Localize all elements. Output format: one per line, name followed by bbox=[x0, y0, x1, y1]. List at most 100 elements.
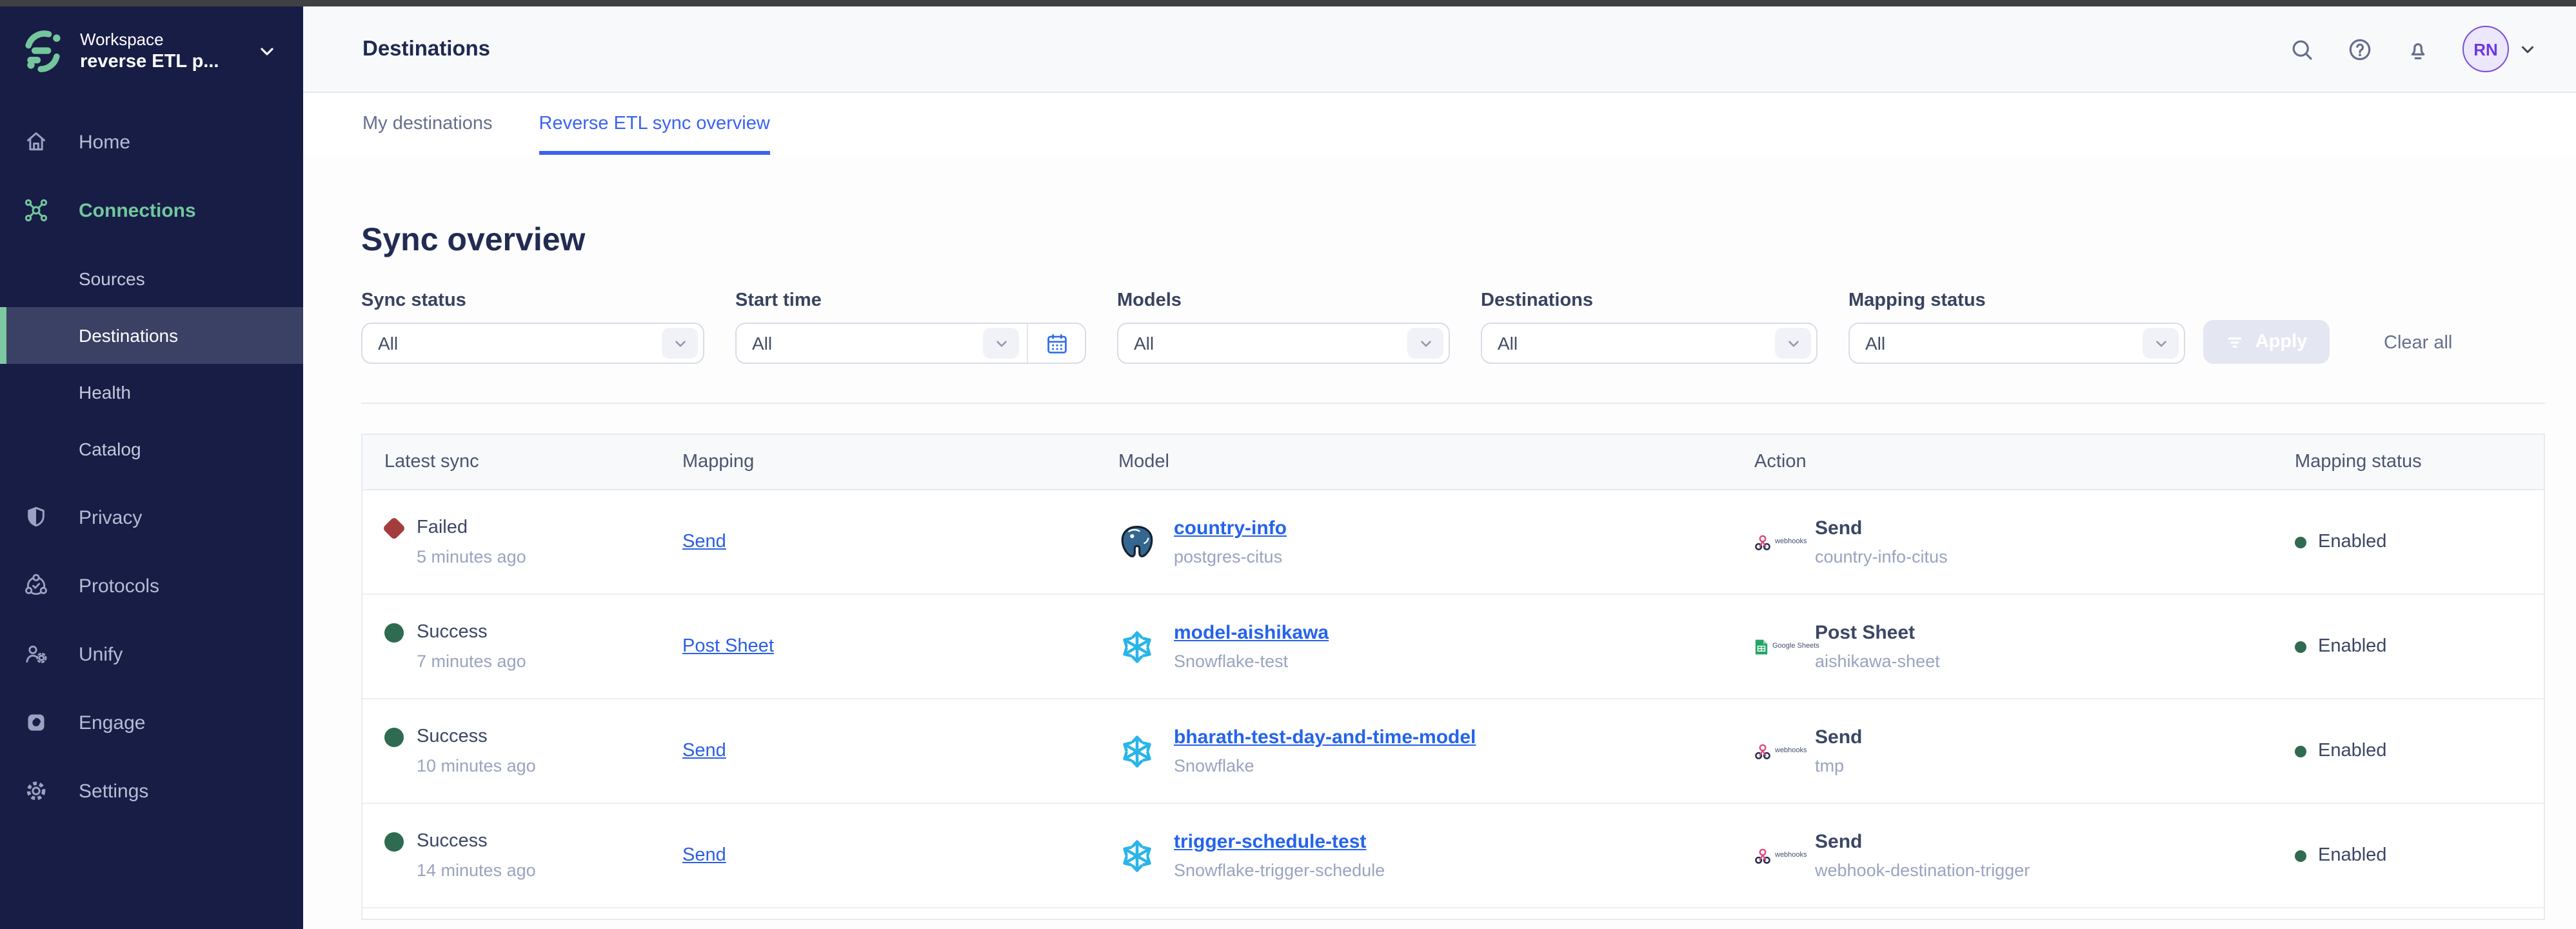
app-root: Workspace reverse ETL p... Home Connecti… bbox=[0, 0, 2576, 929]
postgresql-icon bbox=[1118, 523, 1156, 561]
model-cell: model-aishikawa Snowflake-test bbox=[1118, 622, 1754, 671]
calendar-icon bbox=[1044, 331, 1069, 355]
chevron-down-icon bbox=[2518, 39, 2537, 59]
mapping-link[interactable]: Send bbox=[682, 845, 726, 866]
mapping-link[interactable]: Send bbox=[682, 741, 726, 761]
sidebar-item-label: Sources bbox=[79, 268, 145, 289]
mapping-cell: Post Sheet bbox=[682, 635, 1118, 658]
help-icon[interactable] bbox=[2346, 35, 2373, 63]
sidebar-item-label: Health bbox=[79, 382, 131, 403]
sidebar-item-catalog[interactable]: Catalog bbox=[0, 421, 303, 477]
mapping-status-text: Enabled bbox=[2318, 845, 2386, 866]
enabled-dot-icon bbox=[2295, 850, 2306, 861]
model-source: Snowflake bbox=[1174, 756, 1476, 775]
clear-all-link[interactable]: Clear all bbox=[2384, 333, 2452, 354]
table-row: Success 14 minutes ago Send trigger-sche… bbox=[362, 804, 2544, 908]
action-name: Post Sheet bbox=[1815, 622, 1940, 644]
filter-label: Models bbox=[1117, 290, 1450, 311]
sidebar-item-sources[interactable]: Sources bbox=[0, 250, 303, 307]
sidebar: Workspace reverse ETL p... Home Connecti… bbox=[0, 0, 303, 929]
model-link[interactable]: country-info bbox=[1174, 517, 1287, 539]
model-link[interactable]: trigger-schedule-test bbox=[1174, 831, 1385, 853]
table-row: Success 7 minutes ago Post Sheet model-a… bbox=[362, 595, 2544, 699]
select-value: All bbox=[1865, 333, 1885, 354]
enabled-dot-icon bbox=[2295, 641, 2306, 652]
filter-label: Mapping status bbox=[1848, 290, 2185, 311]
column-header-model: Model bbox=[1118, 452, 1754, 472]
sidebar-item-home[interactable]: Home bbox=[0, 114, 303, 170]
action-destination: webhook-destination-trigger bbox=[1815, 861, 2030, 880]
sidebar-item-label: Protocols bbox=[79, 575, 159, 597]
sidebar-item-privacy[interactable]: Privacy bbox=[0, 489, 303, 546]
home-icon bbox=[23, 129, 49, 155]
action-destination: country-info-citus bbox=[1815, 547, 1948, 566]
table-header-row: Latest sync Mapping Model Action Mapping… bbox=[362, 435, 2544, 490]
calendar-button[interactable] bbox=[1027, 324, 1085, 363]
sync-status-text: Failed bbox=[417, 517, 468, 538]
sync-overview-table: Latest sync Mapping Model Action Mapping… bbox=[361, 434, 2545, 920]
mapping-link[interactable]: Send bbox=[682, 532, 726, 552]
action-cell: webhooks Send tmp bbox=[1754, 726, 2295, 775]
sidebar-item-protocols[interactable]: Protocols bbox=[0, 557, 303, 614]
sync-time: 10 minutes ago bbox=[417, 756, 682, 775]
sidebar-item-label: Settings bbox=[79, 780, 148, 802]
apply-button[interactable]: Apply bbox=[2203, 320, 2330, 364]
enabled-dot-icon bbox=[2295, 536, 2306, 548]
column-header-mapping-status: Mapping status bbox=[2295, 452, 2544, 472]
mapping-link[interactable]: Post Sheet bbox=[682, 636, 774, 657]
sidebar-item-engage[interactable]: Engage bbox=[0, 694, 303, 751]
page-title: Destinations bbox=[362, 37, 490, 61]
table-row bbox=[362, 908, 2544, 920]
workspace-label: Workspace bbox=[80, 30, 219, 51]
success-status-icon bbox=[384, 727, 404, 746]
tab-bar: My destinations Reverse ETL sync overvie… bbox=[303, 93, 2576, 155]
tab-my-destinations[interactable]: My destinations bbox=[362, 93, 493, 155]
sidebar-item-unify[interactable]: Unify bbox=[0, 626, 303, 683]
mapping-status-cell: Enabled bbox=[2295, 845, 2544, 866]
avatar[interactable]: RN bbox=[2462, 26, 2509, 72]
models-select[interactable]: All bbox=[1117, 323, 1450, 364]
table-row: Failed 5 minutes ago Send country-info p… bbox=[362, 490, 2544, 595]
sidebar-item-label: Home bbox=[79, 131, 130, 153]
sync-status-text: Success bbox=[417, 726, 488, 747]
protocols-icon bbox=[23, 573, 49, 599]
google-sheets-icon bbox=[1754, 638, 1769, 655]
sync-status-select[interactable]: All bbox=[361, 323, 704, 364]
snowflake-icon bbox=[1118, 732, 1156, 770]
action-name: Send bbox=[1815, 517, 1948, 539]
webhooks-icon bbox=[1754, 743, 1771, 759]
model-source: Snowflake-test bbox=[1174, 652, 1329, 671]
start-time-select[interactable]: All bbox=[737, 324, 1027, 363]
sidebar-item-label: Connections bbox=[79, 199, 196, 221]
user-menu[interactable]: RN bbox=[2462, 26, 2537, 72]
mapping-cell: Send bbox=[682, 739, 1118, 763]
sync-time: 5 minutes ago bbox=[417, 547, 682, 566]
chevron-down-icon bbox=[2143, 328, 2179, 359]
window-top-strip bbox=[0, 0, 2576, 6]
chevron-down-icon bbox=[662, 328, 698, 359]
action-destination: tmp bbox=[1815, 756, 1862, 775]
tab-reverse-etl-sync-overview[interactable]: Reverse ETL sync overview bbox=[539, 93, 770, 155]
model-link[interactable]: bharath-test-day-and-time-model bbox=[1174, 726, 1476, 748]
model-cell: trigger-schedule-test Snowflake-trigger-… bbox=[1118, 831, 1754, 880]
column-header-latest-sync: Latest sync bbox=[384, 452, 682, 472]
search-icon[interactable] bbox=[2288, 35, 2315, 63]
mapping-status-select[interactable]: All bbox=[1848, 323, 2185, 364]
model-link[interactable]: model-aishikawa bbox=[1174, 622, 1329, 644]
google-sheets-logo-text: Google Sheets bbox=[1772, 643, 1819, 650]
sidebar-item-destinations[interactable]: Destinations bbox=[0, 307, 303, 364]
column-header-action: Action bbox=[1754, 452, 2295, 472]
destinations-select[interactable]: All bbox=[1481, 323, 1818, 364]
sync-time: 7 minutes ago bbox=[417, 652, 682, 671]
bell-icon[interactable] bbox=[2404, 35, 2432, 63]
sidebar-item-connections[interactable]: Connections bbox=[0, 182, 303, 239]
sidebar-item-health[interactable]: Health bbox=[0, 364, 303, 421]
mapping-status-cell: Enabled bbox=[2295, 636, 2544, 657]
latest-sync-cell: Success 7 minutes ago bbox=[384, 622, 682, 671]
sidebar-item-settings[interactable]: Settings bbox=[0, 763, 303, 819]
unify-person-gear-icon bbox=[23, 641, 49, 667]
engage-icon bbox=[23, 710, 49, 735]
workspace-switcher[interactable]: Workspace reverse ETL p... bbox=[0, 6, 303, 94]
table-row: Success 10 minutes ago Send bharath-test… bbox=[362, 699, 2544, 804]
action-cell: webhooks Send webhook-destination-trigge… bbox=[1754, 831, 2295, 880]
